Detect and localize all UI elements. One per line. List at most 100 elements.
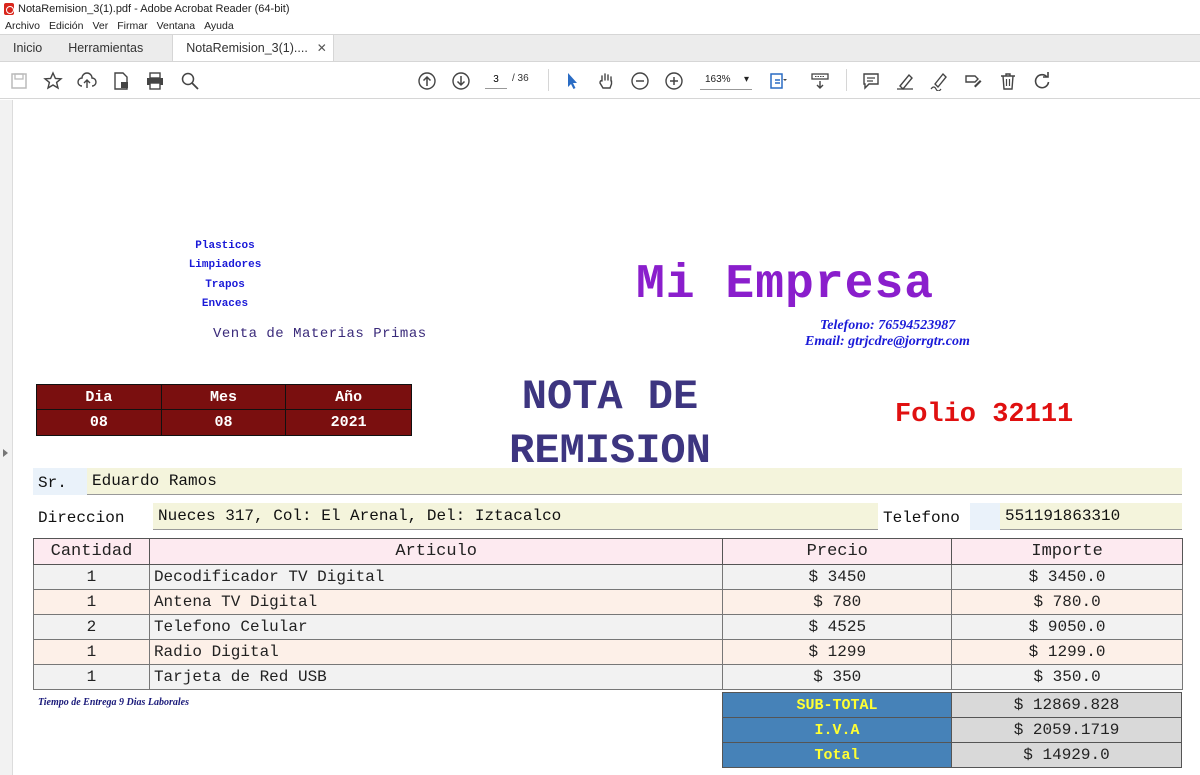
iva-label: I.V.A <box>722 717 952 743</box>
comment-icon[interactable] <box>860 70 882 92</box>
company-phone: Telefono: 76594523987 <box>820 318 956 333</box>
chevron-down-icon: ▾ <box>743 74 749 85</box>
row-amount: $ 3450.0 <box>951 564 1183 590</box>
scroll-mode-icon[interactable] <box>809 70 831 92</box>
row-item: Tarjeta de Red USB <box>148 664 724 690</box>
acrobat-logo-icon <box>4 2 14 15</box>
date-header-year: Año <box>286 385 411 410</box>
hand-tool-icon[interactable] <box>595 70 617 92</box>
menu-archivo[interactable]: Archivo <box>5 20 40 32</box>
tab-tools[interactable]: Herramientas <box>55 35 156 61</box>
column-articulo: Articulo <box>148 538 724 565</box>
row-qty: 1 <box>33 664 150 690</box>
tagline: Venta de Materias Primas <box>213 326 427 342</box>
table-row: 2 Telefono Celular $ 4525 $ 9050.0 <box>33 614 1183 640</box>
row-item: Radio Digital <box>148 639 724 665</box>
toolbar-divider <box>548 69 549 91</box>
select-cursor-icon[interactable] <box>561 70 583 92</box>
subtotal-value: $ 12869.828 <box>951 692 1182 718</box>
row-amount: $ 780.0 <box>951 589 1183 615</box>
tab-home[interactable]: Inicio <box>0 35 55 61</box>
row-qty: 1 <box>33 564 150 590</box>
menu-edicion[interactable]: Edición <box>49 20 83 32</box>
fill-sign-icon[interactable] <box>962 70 984 92</box>
date-table: Dia Mes Año 08 08 2021 <box>36 384 412 436</box>
document-title: NOTA DE REMISION <box>440 370 780 478</box>
tab-document-label: NotaRemision_3(1).... <box>186 41 308 55</box>
search-icon[interactable] <box>179 70 201 92</box>
close-icon[interactable]: ✕ <box>317 41 327 55</box>
tab-bar: Inicio Herramientas NotaRemision_3(1)...… <box>0 34 1200 62</box>
folio-number: Folio 32111 <box>895 400 1074 430</box>
protect-file-icon[interactable] <box>110 70 132 92</box>
highlight-pen-icon[interactable] <box>894 70 916 92</box>
rotate-icon[interactable] <box>1031 70 1053 92</box>
tab-document[interactable]: NotaRemision_3(1).... ✕ <box>172 35 334 61</box>
iva-value: $ 2059.1719 <box>951 717 1182 743</box>
row-price: $ 1299 <box>722 639 953 665</box>
row-item: Decodificador TV Digital <box>148 564 724 590</box>
print-icon[interactable] <box>144 70 166 92</box>
sign-icon[interactable] <box>928 70 950 92</box>
subtotal-label: SUB-TOTAL <box>722 692 952 718</box>
date-value-day: 08 <box>37 410 162 435</box>
date-value-year: 2021 <box>330 414 367 431</box>
menu-firmar[interactable]: Firmar <box>117 20 147 32</box>
totals-table: SUB-TOTAL $ 12869.828 I.V.A $ 2059.1719 … <box>722 692 1182 768</box>
page-number-input[interactable] <box>485 71 507 89</box>
row-qty: 2 <box>33 614 150 640</box>
menu-bar: Archivo Edición Ver Firmar Ventana Ayuda <box>0 17 1200 34</box>
column-importe: Importe <box>951 538 1183 565</box>
items-table: Cantidad Articulo Precio Importe 1 Decod… <box>33 538 1183 690</box>
totals-row: SUB-TOTAL $ 12869.828 <box>722 692 1182 718</box>
zoom-select[interactable]: 163% ▾ <box>700 70 752 90</box>
row-qty: 1 <box>33 589 150 615</box>
zoom-value: 163% <box>705 74 731 85</box>
address-field: Nueces 317, Col: El Arenal, Del: Iztacal… <box>153 503 878 530</box>
menu-ventana[interactable]: Ventana <box>157 20 196 32</box>
company-email: Email: gtrjcdre@jorrgtr.com <box>805 334 970 349</box>
next-page-icon[interactable] <box>450 70 472 92</box>
window-title: NotaRemision_3(1).pdf - Adobe Acrobat Re… <box>18 2 290 15</box>
bookmark-star-icon[interactable] <box>42 70 64 92</box>
table-row: 1 Radio Digital $ 1299 $ 1299.0 <box>33 639 1183 665</box>
phone-label-bg <box>970 503 1000 530</box>
save-icon[interactable] <box>8 70 30 92</box>
total-value: $ 14929.0 <box>951 742 1182 768</box>
table-row: 1 Antena TV Digital $ 780 $ 780.0 <box>33 589 1183 615</box>
client-label: Sr. <box>38 474 67 492</box>
phone-label: Telefono <box>883 509 960 527</box>
navigation-pane-toggle[interactable] <box>0 100 13 775</box>
row-price: $ 4525 <box>722 614 953 640</box>
column-precio: Precio <box>722 538 953 565</box>
delete-icon[interactable] <box>997 70 1019 92</box>
row-item: Telefono Celular <box>148 614 724 640</box>
row-amount: $ 1299.0 <box>951 639 1183 665</box>
title-bar: NotaRemision_3(1).pdf - Adobe Acrobat Re… <box>0 0 1200 17</box>
row-price: $ 3450 <box>722 564 953 590</box>
menu-ayuda[interactable]: Ayuda <box>204 20 234 32</box>
product-envaces: Envaces <box>201 298 249 310</box>
product-plasticos: Plasticos <box>195 240 255 252</box>
product-limpiadores: Limpiadores <box>188 259 262 271</box>
table-row: 1 Tarjeta de Red USB $ 350 $ 350.0 <box>33 664 1183 690</box>
previous-page-icon[interactable] <box>416 70 438 92</box>
address-label: Direccion <box>38 509 125 527</box>
row-price: $ 350 <box>722 664 953 690</box>
toolbar-divider <box>846 69 847 91</box>
menu-ver[interactable]: Ver <box>92 20 108 32</box>
delivery-note: Tiempo de Entrega 9 Dias Laborales <box>38 697 190 708</box>
zoom-out-icon[interactable] <box>629 70 651 92</box>
items-header-row: Cantidad Articulo Precio Importe <box>33 538 1183 565</box>
totals-row: I.V.A $ 2059.1719 <box>722 717 1182 743</box>
upload-cloud-icon[interactable] <box>76 70 98 92</box>
toolbar <box>0 62 1200 99</box>
date-header-day: Dia <box>37 385 162 410</box>
chevron-right-icon[interactable] <box>3 449 8 457</box>
row-amount: $ 350.0 <box>951 664 1183 690</box>
zoom-in-icon[interactable] <box>663 70 685 92</box>
page-fit-icon[interactable] <box>767 70 789 92</box>
date-value-month: 08 <box>162 410 287 435</box>
company-name: Mi Empresa <box>636 258 935 312</box>
row-item: Antena TV Digital <box>148 589 724 615</box>
